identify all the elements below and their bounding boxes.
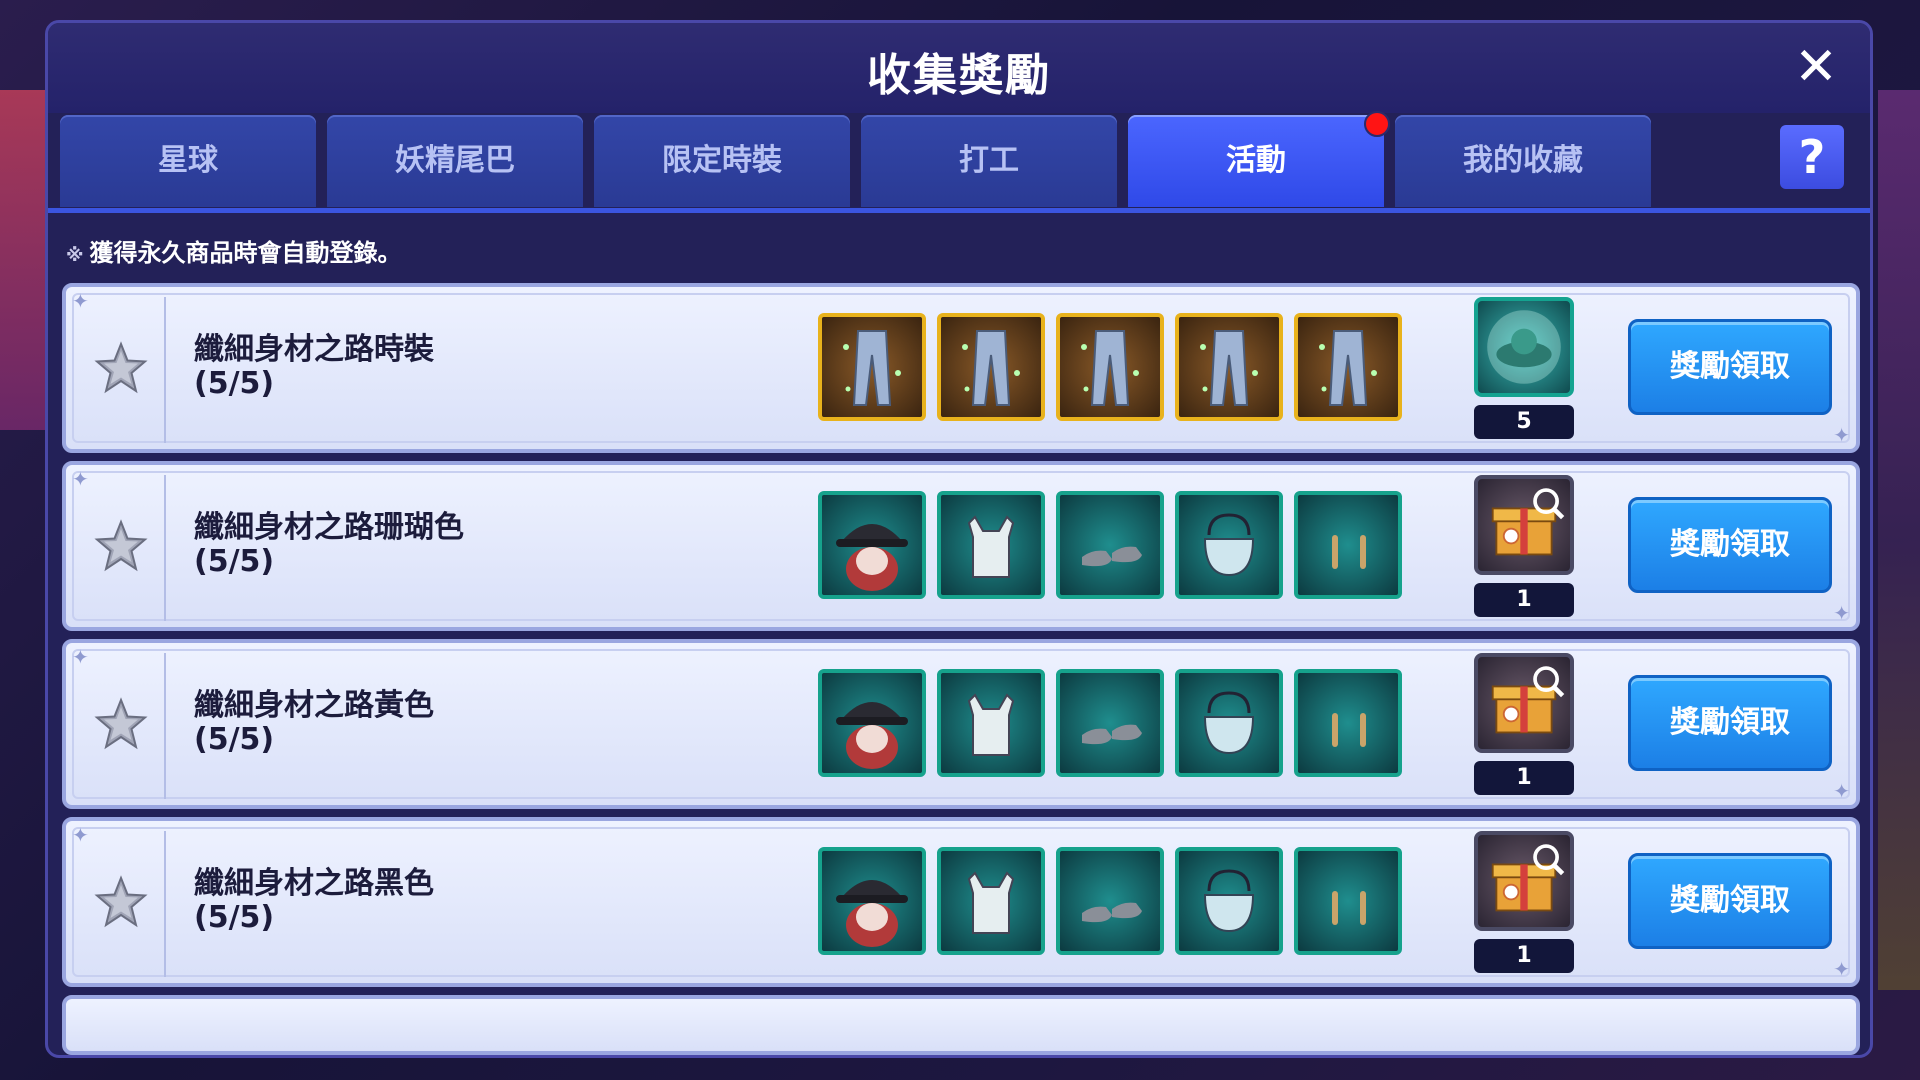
row-divider	[164, 297, 166, 443]
corner-sparkle-icon: ✦	[72, 467, 89, 491]
collection-title: 纖細身材之路珊瑚色	[194, 510, 464, 545]
gift-box-icon	[1478, 835, 1570, 931]
corner-sparkle-icon: ✦	[1833, 957, 1850, 981]
collection-row-2: ✦ ✦ 纖細身材之路珊瑚色 (5/5) 1 獎勵領取	[62, 461, 1860, 631]
collection-title: 纖細身材之路黃色	[194, 688, 434, 723]
corner-sparkle-icon: ✦	[72, 289, 89, 313]
notice-label: 獲得永久商品時會自動登錄。	[89, 239, 402, 267]
corner-sparkle-icon: ✦	[1833, 779, 1850, 803]
claim-reward-button[interactable]: 獎勵領取	[1628, 853, 1832, 949]
tab-limited-outfits[interactable]: 限定時裝	[594, 115, 850, 207]
collection-title: 纖細身材之路時裝	[194, 332, 434, 367]
help-icon[interactable]: ?	[1780, 125, 1844, 189]
tank-top-icon[interactable]	[937, 847, 1045, 955]
collection-row-4: ✦ ✦ 纖細身材之路黑色 (5/5) 1 獎勵領取	[62, 817, 1860, 987]
collection-progress: (5/5)	[194, 366, 275, 401]
earring-icon[interactable]	[1294, 847, 1402, 955]
favorite-star-icon[interactable]	[94, 519, 148, 573]
favorite-star-icon[interactable]	[94, 875, 148, 929]
bag-icon[interactable]	[1175, 847, 1283, 955]
close-icon[interactable]: ✕	[1788, 39, 1844, 95]
tank-top-icon[interactable]	[937, 491, 1045, 599]
row-divider	[164, 475, 166, 621]
gift-box-icon	[1478, 479, 1570, 575]
reward-count: 1	[1474, 761, 1574, 795]
reward-slot[interactable]	[1474, 297, 1574, 397]
collection-row-3: ✦ ✦ 纖細身材之路黃色 (5/5) 1 獎勵領取	[62, 639, 1860, 809]
jeans-icon[interactable]	[1175, 313, 1283, 421]
reward-count: 5	[1474, 405, 1574, 439]
background-side-art	[1878, 90, 1920, 990]
collection-name: 纖細身材之路珊瑚色 (5/5)	[194, 511, 464, 579]
collection-progress: (5/5)	[194, 900, 275, 935]
cap-icon[interactable]	[818, 669, 926, 777]
reward-count: 1	[1474, 583, 1574, 617]
tab-part-time[interactable]: 打工	[861, 115, 1117, 207]
cap-icon[interactable]	[818, 491, 926, 599]
corner-sparkle-icon: ✦	[1833, 423, 1850, 447]
earring-icon[interactable]	[1294, 491, 1402, 599]
tab-event-label: 活動	[1226, 143, 1286, 178]
claim-reward-button[interactable]: 獎勵領取	[1628, 497, 1832, 593]
tank-top-icon[interactable]	[937, 669, 1045, 777]
jeans-icon[interactable]	[937, 313, 1045, 421]
tab-event[interactable]: 活動	[1128, 111, 1390, 207]
earring-icon[interactable]	[1294, 669, 1402, 777]
tab-fairy-tail[interactable]: 妖精尾巴	[327, 115, 583, 207]
planet-orb-icon	[1478, 301, 1570, 397]
collection-progress: (5/5)	[194, 722, 275, 757]
reward-count: 1	[1474, 939, 1574, 973]
shoes-icon[interactable]	[1056, 491, 1164, 599]
window-title: 收集獎勵	[867, 50, 1051, 101]
reward-slot[interactable]	[1474, 475, 1574, 575]
collection-row-partial	[62, 995, 1860, 1055]
collection-name: 纖細身材之路黃色 (5/5)	[194, 689, 434, 757]
tab-planet[interactable]: 星球	[60, 115, 316, 207]
favorite-star-icon[interactable]	[94, 341, 148, 395]
row-divider	[164, 653, 166, 799]
jeans-icon[interactable]	[818, 313, 926, 421]
notice-mark: ※	[66, 245, 84, 266]
cap-icon[interactable]	[818, 847, 926, 955]
background-shop-banner	[0, 90, 50, 430]
notice-text: ※ 獲得永久商品時會自動登錄。	[66, 233, 402, 268]
reward-slot[interactable]	[1474, 653, 1574, 753]
collection-reward-window: 收集獎勵 ✕ 星球 妖精尾巴 限定時裝 打工 活動 我的收藏 ? ※ 獲得永久商品…	[45, 20, 1873, 1058]
shoes-icon[interactable]	[1056, 669, 1164, 777]
tab-underline	[48, 208, 1870, 213]
corner-sparkle-icon: ✦	[72, 645, 89, 669]
shoes-icon[interactable]	[1056, 847, 1164, 955]
jeans-icon[interactable]	[1294, 313, 1402, 421]
jeans-icon[interactable]	[1056, 313, 1164, 421]
collection-row-1: ✦ ✦ 纖細身材之路時裝 (5/5) 5 獎勵領取	[62, 283, 1860, 453]
window-header: 收集獎勵 ✕	[48, 23, 1870, 113]
collection-name: 纖細身材之路時裝 (5/5)	[194, 333, 434, 401]
claim-reward-button[interactable]: 獎勵領取	[1628, 675, 1832, 771]
collection-progress: (5/5)	[194, 544, 275, 579]
corner-sparkle-icon: ✦	[72, 823, 89, 847]
collection-title: 纖細身材之路黑色	[194, 866, 434, 901]
claim-reward-button[interactable]: 獎勵領取	[1628, 319, 1832, 415]
favorite-star-icon[interactable]	[94, 697, 148, 751]
gift-box-icon	[1478, 657, 1570, 753]
corner-sparkle-icon: ✦	[1833, 601, 1850, 625]
category-tabs: 星球 妖精尾巴 限定時裝 打工 活動 我的收藏	[60, 111, 1860, 209]
bag-icon[interactable]	[1175, 491, 1283, 599]
reward-slot[interactable]	[1474, 831, 1574, 931]
collection-name: 纖細身材之路黑色 (5/5)	[194, 867, 434, 935]
tab-my-collection[interactable]: 我的收藏	[1395, 115, 1651, 207]
notification-dot	[1364, 111, 1390, 137]
bag-icon[interactable]	[1175, 669, 1283, 777]
row-divider	[164, 831, 166, 977]
